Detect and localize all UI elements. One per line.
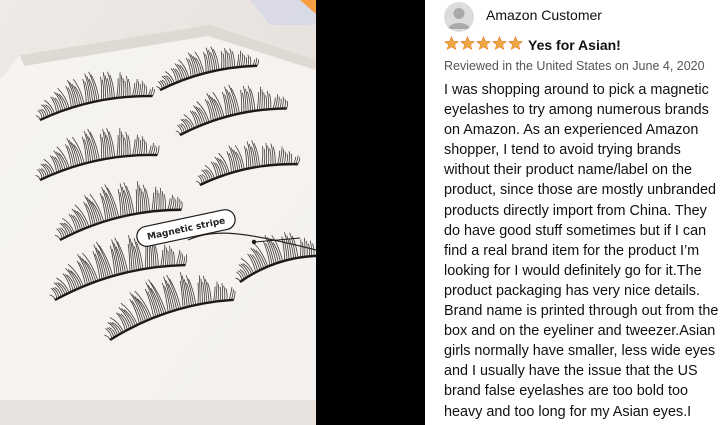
review-body-line: looking for I would definitely go for it… xyxy=(444,262,702,279)
review-headline[interactable]: Yes for Asian! xyxy=(528,37,621,53)
customer-review: Amazon Customer Yes for Asian! Reviewed … xyxy=(425,0,722,425)
star-icon xyxy=(444,36,459,51)
review-body-line: Brand name is printed through out from t… xyxy=(444,303,719,320)
eyelash-tray-image: Magnetic stripe xyxy=(0,0,316,425)
star-icon xyxy=(508,36,523,51)
review-body-line: product, since those are mostly unbrande… xyxy=(444,182,716,199)
review-body: I was shopping around to pick a magnetic… xyxy=(444,80,722,425)
customer-name[interactable]: Amazon Customer xyxy=(486,7,602,23)
review-body-line: box and on the eyeliner and tweezer.Asia… xyxy=(444,323,716,340)
review-body-line: without their product name/label on the xyxy=(444,162,692,179)
review-body-line: eyelashes to try among numerous brands xyxy=(444,102,709,119)
review-body-line: heavy and too long for my Asian eyes.I w… xyxy=(444,403,692,425)
review-body-line: on Amazon. As an experienced Amazon xyxy=(444,122,699,139)
review-body-line: product packaging has very nice details. xyxy=(444,282,700,299)
star-icon xyxy=(476,36,491,51)
review-body-line: brand false eyelashes are too bold too xyxy=(444,383,689,400)
review-photo[interactable]: Magnetic stripe xyxy=(0,0,316,425)
review-date: Reviewed in the United States on June 4,… xyxy=(444,59,705,73)
review-body-line: find a real brand item for the product I… xyxy=(444,242,700,259)
review-body-line: do have good stuff sometimes but if I ca… xyxy=(444,222,707,239)
review-body-line: girls normally have smaller, less wide e… xyxy=(444,343,716,360)
star-icon xyxy=(492,36,507,51)
customer-avatar-icon xyxy=(444,2,474,32)
photo-margin xyxy=(316,0,425,425)
review-body-line: shopper, I tend to avoid trying brands xyxy=(444,142,681,159)
review-body-line: and I usually have the issue that the US xyxy=(444,363,698,380)
review-body-line: products directly import from China. The… xyxy=(444,202,707,219)
star-rating[interactable] xyxy=(444,36,523,51)
star-icon xyxy=(460,36,475,51)
review-body-line: I was shopping around to pick a magnetic xyxy=(444,82,709,98)
